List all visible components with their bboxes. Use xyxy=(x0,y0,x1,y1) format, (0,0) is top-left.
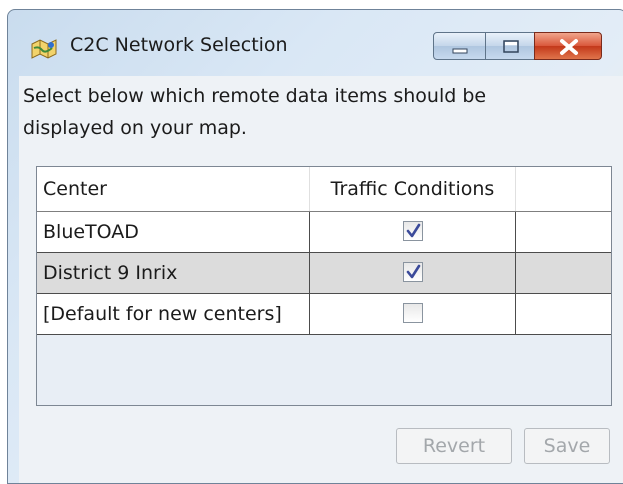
minimize-icon xyxy=(452,48,468,54)
table-row[interactable]: [Default for new centers] xyxy=(37,294,611,335)
filler-cell xyxy=(516,212,611,252)
column-header-traffic-conditions[interactable]: Traffic Conditions xyxy=(310,167,516,211)
center-name-cell: BlueTOAD xyxy=(37,212,310,252)
traffic-conditions-checkbox[interactable] xyxy=(403,221,423,241)
column-header-filler xyxy=(516,167,611,211)
maximize-button[interactable] xyxy=(485,32,535,60)
table-row[interactable]: District 9 Inrix xyxy=(37,253,611,294)
close-icon xyxy=(560,39,578,55)
traffic-conditions-cell xyxy=(310,294,516,334)
center-name-cell: District 9 Inrix xyxy=(37,253,310,293)
title-bar[interactable]: C2C Network Selection xyxy=(8,10,623,76)
checkmark-icon xyxy=(406,264,421,279)
minimize-button[interactable] xyxy=(433,32,486,60)
window-title: C2C Network Selection xyxy=(70,34,288,56)
centers-grid: Center Traffic Conditions BlueTOAD Distr… xyxy=(36,166,612,406)
instruction-text: Select below which remote data items sho… xyxy=(23,85,487,139)
traffic-conditions-checkbox[interactable] xyxy=(403,262,423,282)
grid-header-row: Center Traffic Conditions xyxy=(37,167,611,212)
maximize-icon xyxy=(503,40,519,53)
checkmark-icon xyxy=(406,223,421,238)
filler-cell xyxy=(516,294,611,334)
traffic-conditions-checkbox[interactable] xyxy=(403,303,423,323)
traffic-conditions-cell xyxy=(310,253,516,293)
column-header-center[interactable]: Center xyxy=(37,167,310,211)
save-button[interactable]: Save xyxy=(524,428,610,464)
table-row[interactable]: BlueTOAD xyxy=(37,212,611,253)
revert-button[interactable]: Revert xyxy=(396,428,512,464)
app-map-icon xyxy=(30,36,60,60)
close-button[interactable] xyxy=(534,32,602,60)
traffic-conditions-cell xyxy=(310,212,516,252)
center-name-cell: [Default for new centers] xyxy=(37,294,310,334)
filler-cell xyxy=(516,253,611,293)
